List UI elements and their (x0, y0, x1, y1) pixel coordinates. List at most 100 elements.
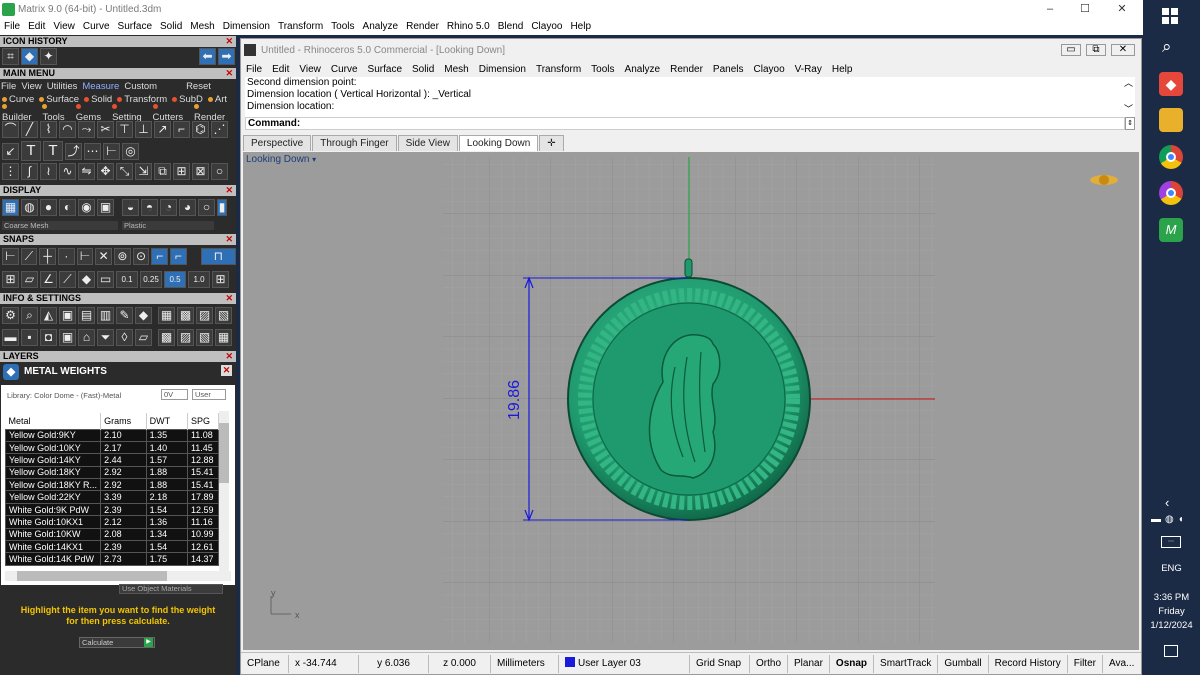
menu-view[interactable]: View (53, 21, 75, 32)
col-spg[interactable]: SPG (187, 413, 220, 429)
viewport-looking-down[interactable]: 19.86 y x Looking Down ▾ (243, 152, 1139, 650)
snap-knot-icon[interactable]: ⌐ (170, 248, 187, 265)
snap-perp-icon[interactable]: ⊚ (114, 248, 131, 265)
gem-tool-icon[interactable]: ◆ (21, 48, 38, 65)
diamond-icon[interactable]: ◆ (78, 271, 95, 288)
viewport-title[interactable]: Looking Down ▾ (246, 154, 316, 165)
photo-icon[interactable]: ▨ (196, 307, 213, 324)
box-icon[interactable]: ▣ (59, 307, 76, 324)
menu-surface[interactable]: Surface (118, 21, 152, 32)
material-4-icon[interactable]: ◕ (179, 199, 196, 216)
search-icon[interactable]: ⌕ (1162, 38, 1180, 56)
keyboard-icon[interactable]: ⋯ (1161, 536, 1181, 548)
table-row[interactable]: Yellow Gold:18KY 2.92 1.88 15.41 (4, 465, 220, 480)
mm-view[interactable]: View (21, 81, 41, 92)
table-hscroll[interactable] (5, 571, 231, 581)
pointer-tool-icon[interactable]: ✦ (40, 48, 57, 65)
user-toggle[interactable]: User (192, 389, 226, 400)
material-5-icon[interactable]: ○ (198, 199, 215, 216)
back-arrow-icon[interactable]: ⬅ (199, 48, 216, 65)
menu-mesh[interactable]: Mesh (190, 21, 214, 32)
spiral-tool-icon[interactable]: ◎ (122, 142, 139, 160)
snap-point-icon[interactable]: ┼ (39, 248, 57, 265)
material-1-icon[interactable]: ◒ (122, 199, 139, 216)
scale-tool-icon[interactable]: ⤡ (116, 163, 133, 180)
clock-day[interactable]: Friday (1143, 606, 1200, 617)
tray-icons[interactable]: ▬◍◖ (1151, 514, 1188, 525)
snap-int-icon[interactable]: ✕ (95, 248, 113, 265)
rhino-minimize-button[interactable]: ▭ (1061, 44, 1081, 56)
menu-help[interactable]: Help (570, 21, 591, 32)
image-icon[interactable]: ▩ (177, 307, 194, 324)
menu-dimension[interactable]: Dimension (223, 21, 270, 32)
col-grams[interactable]: Grams (100, 413, 147, 429)
technical-icon[interactable]: ▣ (97, 199, 114, 216)
rmenu-panels[interactable]: Panels (713, 64, 744, 75)
rmenu-file[interactable]: File (246, 64, 262, 75)
snap-cen-icon[interactable]: ⊢ (76, 248, 94, 265)
rhino-restore-button[interactable]: ⧉ (1086, 44, 1106, 56)
status-osnap[interactable]: Osnap (830, 654, 875, 673)
box2-icon[interactable]: ▣ (59, 329, 76, 346)
line-snap-icon[interactable]: ⟋ (59, 271, 76, 288)
funnel-icon[interactable]: ⏷ (97, 329, 114, 346)
chevron-left-icon[interactable]: ‹ (1165, 495, 1169, 510)
shape-icon[interactable]: ◊ (116, 329, 133, 346)
menu-solid[interactable]: Solid (160, 21, 182, 32)
rhino-close-button[interactable]: ✕ (1111, 44, 1135, 56)
render2-icon[interactable]: ▧ (196, 329, 213, 346)
menu-curve[interactable]: Curve (83, 21, 110, 32)
render3-icon[interactable]: ▦ (215, 329, 232, 346)
snap-value-05[interactable]: 0.5 (164, 271, 186, 288)
close-icon[interactable]: ✕ (221, 365, 232, 376)
delete-tool-icon[interactable]: ⊠ (192, 163, 209, 180)
snap-mid-icon[interactable]: · (58, 248, 75, 265)
mm-file[interactable]: File (1, 81, 16, 92)
doc-icon[interactable]: ▤ (78, 307, 95, 324)
menu-transform[interactable]: Transform (278, 21, 323, 32)
text-tool-icon[interactable]: T (21, 141, 41, 161)
dimension-value[interactable]: 19.86 (506, 380, 523, 420)
rmenu-help[interactable]: Help (832, 64, 853, 75)
xray-icon[interactable]: ◉ (78, 199, 95, 216)
rmenu-surface[interactable]: Surface (368, 64, 402, 75)
menu-rhino5[interactable]: Rhino 5.0 (447, 21, 490, 32)
fillet-tool-icon[interactable]: ⌐ (173, 121, 190, 138)
history-scroll-down-icon[interactable]: ﹀ (1124, 103, 1133, 115)
arrow-tool-icon[interactable]: ↙ (2, 142, 19, 160)
menu-render[interactable]: Render (406, 21, 439, 32)
rmenu-tools[interactable]: Tools (591, 64, 614, 75)
rmenu-clayoo[interactable]: Clayoo (754, 64, 785, 75)
angle-icon[interactable]: ∠ (40, 271, 57, 288)
menu-blend[interactable]: Blend (498, 21, 524, 32)
menu-file[interactable]: File (4, 21, 20, 32)
list-icon[interactable]: ▥ (97, 307, 114, 324)
table-row[interactable]: White Gold:14K PdW 2.73 1.75 14.37 (4, 552, 220, 566)
matrix-taskbar-icon[interactable]: M (1159, 218, 1183, 242)
mm-builder[interactable]: Builder (2, 101, 37, 123)
display-scroll-icon[interactable]: ▮ (217, 199, 227, 216)
offset-tool-icon[interactable]: ⤳ (78, 121, 95, 138)
history-scroll-up-icon[interactable]: ︿ (1124, 77, 1133, 89)
table-row[interactable]: Yellow Gold:10KY 2.17 1.40 11.45 (4, 440, 220, 455)
table-row[interactable]: White Gold:9K PdW 2.39 1.54 12.59 (4, 502, 220, 517)
snap-end-icon[interactable]: ⊢ (2, 248, 19, 265)
analyze-icon[interactable]: ◭ (40, 307, 57, 324)
status-smarttrack[interactable]: SmartTrack (874, 654, 939, 673)
ghosted-icon[interactable]: ◐ (59, 199, 76, 216)
curve-tool-icon[interactable]: ⌒ (2, 121, 19, 138)
tag-icon[interactable]: ⌂ (78, 329, 95, 346)
status-planar[interactable]: Planar (788, 654, 830, 673)
navigation-widget-icon[interactable] (1090, 175, 1118, 185)
rmenu-curve[interactable]: Curve (331, 64, 358, 75)
rmenu-view[interactable]: View (299, 64, 321, 75)
menu-analyze[interactable]: Analyze (363, 21, 399, 32)
text-object-tool-icon[interactable]: T (43, 141, 63, 161)
command-spin-icon[interactable]: ⇕ (1125, 117, 1135, 130)
mm-custom[interactable]: Custom (124, 81, 157, 92)
mm-setting[interactable]: Setting (112, 101, 147, 123)
cube2-icon[interactable]: ▱ (135, 329, 152, 346)
grid-icon[interactable]: ⊞ (2, 271, 19, 288)
dim-tool-icon[interactable]: ⊢ (103, 142, 120, 160)
tab-through-finger[interactable]: Through Finger (312, 135, 397, 151)
